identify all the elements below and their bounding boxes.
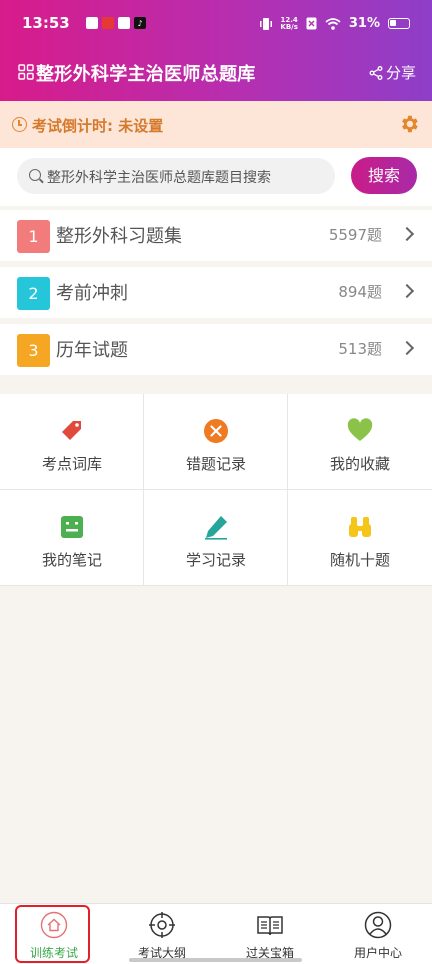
category-count: 894题 (338, 283, 382, 301)
category-label: 整形外科习题集 (56, 226, 182, 247)
category-label: 考前冲刺 (56, 283, 128, 304)
share-label: 分享 (385, 64, 416, 82)
grid-label: 学习记录 (185, 551, 246, 569)
app-notification-icon (86, 17, 98, 29)
page-title: 整形外科学主治医师总题库 (36, 64, 256, 85)
vibrate-icon (260, 17, 273, 30)
title-bar: 整形外科学主治医师总题库 分享 (0, 50, 432, 96)
home-indicator[interactable] (129, 958, 302, 962)
chevron-right-icon (399, 283, 415, 299)
feature-grid: 考点词库 错题记录 我的收藏 我的笔记 学习记录 随机十题 (0, 394, 432, 586)
battery-percent: 31% (348, 16, 380, 31)
wifi-icon (325, 17, 341, 30)
category-count: 5597题 (328, 226, 382, 244)
grid-label: 我的收藏 (329, 455, 390, 473)
mail-icon (118, 17, 130, 29)
grid-item-favorites[interactable]: 我的收藏 (288, 394, 432, 490)
chevron-right-icon (399, 226, 415, 242)
grid-item-wrong-answers[interactable]: 错题记录 (144, 394, 288, 490)
exam-countdown-bar[interactable]: 考试倒计时: 未设置 (0, 101, 432, 148)
heart-icon (347, 418, 373, 441)
tab-label: 用户中心 (353, 946, 402, 960)
category-number-badge: 1 (17, 220, 50, 253)
tiktok-icon: ♪ (134, 17, 146, 29)
search-button[interactable]: 搜索 (351, 157, 417, 194)
gear-icon[interactable] (398, 113, 420, 135)
grid-item-study-history[interactable]: 学习记录 (144, 490, 288, 586)
share-icon (369, 65, 383, 80)
countdown-text: 考试倒计时: 未设置 (32, 117, 164, 135)
search-icon (29, 169, 41, 181)
category-number-badge: 3 (17, 334, 50, 367)
share-button[interactable]: 分享 (369, 62, 416, 83)
grid-label: 我的笔记 (41, 551, 102, 569)
tag-icon (62, 421, 81, 440)
category-row-2[interactable]: 2 考前冲刺 894题 (0, 267, 432, 318)
net-speed: 12.4 KB/s (280, 15, 298, 31)
app-notification-icon (102, 17, 114, 29)
binoculars-icon (349, 517, 371, 537)
tab-exam-outline[interactable]: 考试大纲 (108, 904, 216, 964)
x-circle-icon (204, 419, 228, 443)
category-row-1[interactable]: 1 整形外科习题集 5597题 (0, 210, 432, 261)
status-bar: 13:53 ♪ 12.4 KB/s 31% (0, 0, 432, 50)
category-count: 513题 (338, 340, 382, 358)
status-time: 13:53 (22, 14, 70, 32)
chevron-right-icon (399, 340, 415, 356)
grid-item-random-ten[interactable]: 随机十题 (288, 490, 432, 586)
target-icon (149, 912, 175, 938)
status-right: 12.4 KB/s 31% (260, 16, 410, 31)
search-placeholder: 整形外科学主治医师总题库题目搜索 (47, 170, 271, 186)
pencil-icon (205, 516, 227, 540)
sim-off-icon (306, 17, 317, 30)
grid-menu-icon[interactable] (18, 64, 34, 80)
grid-label: 错题记录 (185, 455, 246, 473)
category-row-3[interactable]: 3 历年试题 513题 (0, 324, 432, 375)
grid-item-notes[interactable]: 我的笔记 (0, 490, 144, 586)
app-header: 13:53 ♪ 12.4 KB/s 31% 整形外科学主治医师总题库 分享 (0, 0, 432, 101)
grid-label: 随机十题 (329, 551, 390, 569)
note-icon (61, 516, 83, 538)
notification-icons: ♪ (86, 17, 146, 29)
user-icon (364, 911, 392, 939)
tab-user-center[interactable]: 用户中心 (324, 904, 432, 964)
tab-pass-treasure[interactable]: 过关宝箱 (216, 904, 324, 964)
category-label: 历年试题 (56, 340, 128, 361)
active-tab-highlight (15, 905, 90, 963)
category-number-badge: 2 (17, 277, 50, 310)
battery-icon (388, 18, 410, 29)
clock-icon (12, 117, 27, 132)
grid-item-keyword-library[interactable]: 考点词库 (0, 394, 144, 490)
search-row: 整形外科学主治医师总题库题目搜索 搜索 (0, 148, 432, 206)
grid-label: 考点词库 (41, 455, 102, 473)
book-icon (257, 916, 283, 936)
search-input[interactable]: 整形外科学主治医师总题库题目搜索 (17, 158, 335, 194)
